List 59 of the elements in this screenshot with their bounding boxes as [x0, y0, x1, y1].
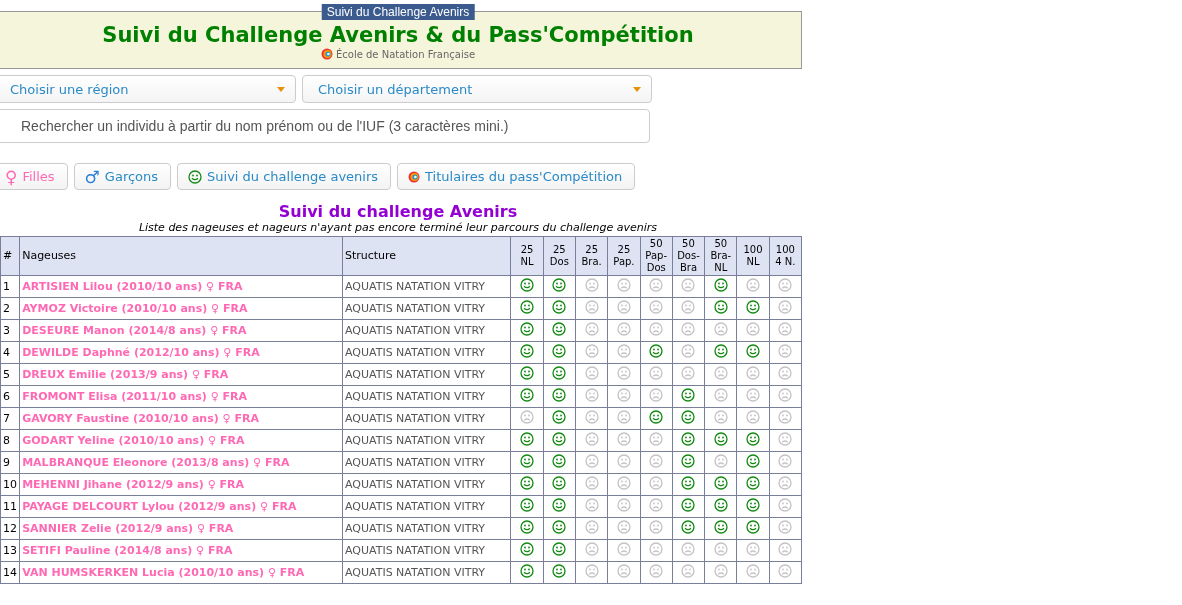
- caret-icon: [633, 86, 641, 92]
- row-number: 8: [0, 429, 20, 452]
- table-cell: AQUATIS NATATION VITRY: [342, 385, 511, 408]
- table-cell: AQUATIS NATATION VITRY: [342, 275, 511, 298]
- table-cell: AQUATIS NATATION VITRY: [342, 473, 511, 496]
- column-header: Structure: [342, 236, 511, 276]
- column-header: 50 Bra- NL: [704, 236, 737, 276]
- row-number: 4: [0, 341, 20, 364]
- table-cell: AQUATIS NATATION VITRY: [342, 319, 511, 342]
- table-cell: AQUATIS NATATION VITRY: [342, 451, 511, 474]
- filter-button[interactable]: ♀ Filles: [0, 163, 68, 190]
- row-number: 6: [0, 385, 20, 408]
- table-cell: AQUATIS NATATION VITRY: [342, 495, 511, 518]
- search-field[interactable]: Rechercher un individu à partir du nom prénom ou de l'IUF (3 caractères mini.): [0, 109, 650, 143]
- male-icon: ♂: [84, 166, 100, 187]
- table-cell: AQUATIS NATATION VITRY: [342, 297, 511, 320]
- row-number: 11: [0, 495, 20, 518]
- column-header: #: [0, 236, 20, 276]
- page-title: Suivi du Challenge Avenirs & du Pass'Compétition: [102, 22, 694, 48]
- row-number: 12: [0, 517, 20, 540]
- column-header: 25 Bra.: [575, 236, 608, 276]
- column-header: Nageuses: [19, 236, 343, 276]
- section-subtitle: Liste des nageuses et nageurs n'ayant pas encore terminé leur parcours du challenge avenirs: [137, 221, 659, 234]
- row-number: 7: [0, 407, 20, 430]
- row-number: 1: [0, 275, 20, 298]
- banner-tag: Suivi du Challenge Avenirs: [321, 4, 475, 20]
- row-number: 10: [0, 473, 20, 496]
- logo-icon: [320, 48, 333, 60]
- filter-button[interactable]: ♂ Garçons: [73, 163, 172, 190]
- column-header: 100 NL: [736, 236, 770, 276]
- table-cell: AQUATIS NATATION VITRY: [342, 561, 511, 584]
- column-header: 25 NL: [510, 236, 544, 276]
- row-number: 13: [0, 539, 20, 562]
- column-header: 50 Dos- Bra: [672, 236, 705, 276]
- table-cell: AQUATIS NATATION VITRY: [342, 341, 511, 364]
- column-header: 100 4 N.: [769, 236, 802, 276]
- section-title: Suivi du challenge Avenirs: [277, 202, 519, 221]
- filter-button[interactable]: Titulaires du pass'Compétition: [397, 163, 636, 190]
- dropdown[interactable]: Choisir un département: [302, 75, 652, 103]
- table-cell: AQUATIS NATATION VITRY: [342, 517, 511, 540]
- female-icon: ♀: [5, 166, 18, 187]
- row-number: 9: [0, 451, 20, 474]
- caret-icon: [277, 86, 285, 92]
- filter-button[interactable]: Suivi du challenge avenirs: [177, 163, 392, 190]
- table-cell: AQUATIS NATATION VITRY: [342, 363, 511, 386]
- row-number: 14: [0, 561, 20, 584]
- row-number: 2: [0, 297, 20, 320]
- subtitle: École de Natation Française: [335, 48, 476, 60]
- column-header: 25 Dos: [543, 236, 576, 276]
- column-header: 25 Pap.: [607, 236, 641, 276]
- table-cell: AQUATIS NATATION VITRY: [342, 539, 511, 562]
- dropdown[interactable]: Choisir une région: [0, 75, 296, 103]
- column-header: 50 Pap- Dos: [640, 236, 673, 276]
- table-cell: AQUATIS NATATION VITRY: [342, 407, 511, 430]
- logo-icon: [408, 170, 421, 183]
- row-number: 3: [0, 319, 20, 342]
- row-number: 5: [0, 363, 20, 386]
- table-cell: AQUATIS NATATION VITRY: [342, 429, 511, 452]
- smiley-icon: [188, 169, 203, 184]
